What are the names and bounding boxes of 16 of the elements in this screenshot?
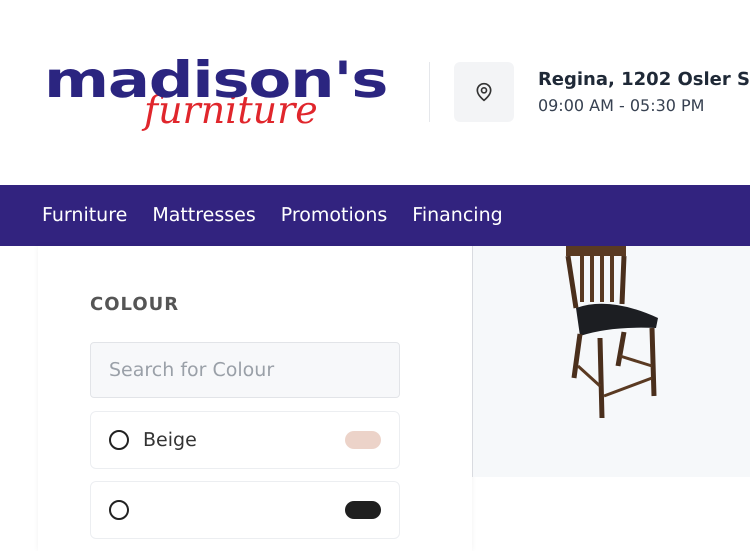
colour-search-field[interactable]: Search for Colour	[90, 342, 400, 398]
product-image[interactable]	[472, 246, 750, 477]
nav-link[interactable]: Mattresses	[152, 204, 256, 226]
filter-title: COLOUR	[90, 294, 180, 315]
colour-option[interactable]	[90, 481, 400, 539]
nav-link[interactable]: Financing	[412, 204, 503, 226]
nav-link[interactable]: Furniture	[42, 204, 128, 226]
colour-option[interactable]: Beige	[90, 411, 400, 469]
radio-button[interactable]	[109, 500, 129, 520]
store-hours: 09:00 AM - 05:30 PM	[538, 96, 706, 116]
radio-button[interactable]	[109, 430, 129, 450]
colour-label: Beige	[143, 429, 198, 451]
location-pin-icon	[474, 81, 494, 104]
store-logo[interactable]: madison's furniture	[44, 55, 403, 130]
nav-link[interactable]: Promotions	[280, 204, 388, 226]
store-location: Regina, 1202 Osler S	[538, 69, 750, 90]
